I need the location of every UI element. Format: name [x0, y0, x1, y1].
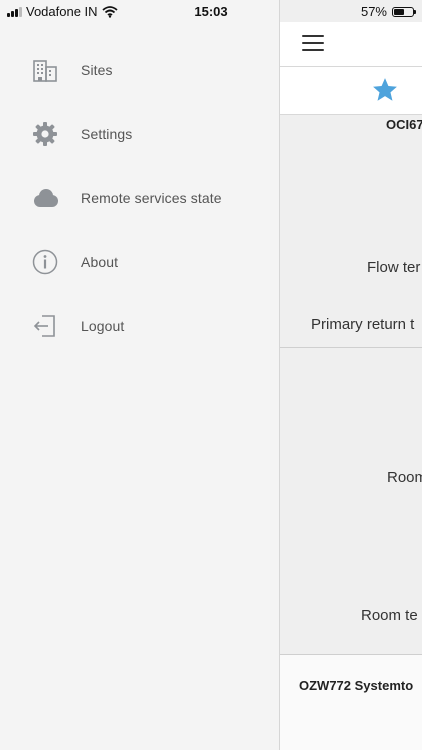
primary-return-temperature-label: Primary return t	[311, 316, 415, 333]
menu-item-sites[interactable]: Sites	[0, 42, 279, 98]
device-card[interactable]	[279, 655, 422, 750]
device-card-title: OZW772 Systemto	[299, 678, 414, 693]
info-icon	[31, 248, 59, 276]
tab-row	[279, 67, 422, 115]
menu-item-about[interactable]: About	[0, 234, 279, 290]
menu-label-settings: Settings	[81, 126, 133, 142]
navigation-drawer: Sites Settings Remote services state Abo…	[0, 0, 280, 750]
room-label: Room	[387, 469, 422, 486]
menu-item-remote-services-state[interactable]: Remote services state	[0, 170, 279, 226]
room-temperature-label: Room te	[361, 607, 418, 624]
menu-label-about: About	[81, 254, 119, 270]
battery-icon	[392, 6, 416, 17]
clock: 15:03	[194, 4, 228, 19]
gear-icon	[31, 120, 59, 148]
hamburger-menu-icon[interactable]	[302, 35, 324, 53]
status-bar: Vodafone IN 15:03 57%	[0, 0, 422, 22]
device-title: OCI67	[386, 117, 422, 132]
logout-icon	[31, 312, 59, 340]
menu-label-sites: Sites	[81, 62, 113, 78]
battery-fill	[394, 8, 405, 15]
main-screen: OCI67 Flow ter Primary return t Room Roo…	[279, 0, 422, 750]
menu-label-remote-services-state: Remote services state	[81, 190, 222, 206]
menu-label-logout: Logout	[81, 318, 125, 334]
flow-temperature-label: Flow ter	[367, 259, 421, 276]
top-header	[279, 22, 422, 67]
building-icon	[31, 56, 59, 84]
menu-item-logout[interactable]: Logout	[0, 298, 279, 354]
status-right: 57%	[360, 4, 416, 19]
cloud-icon	[31, 184, 59, 212]
section-divider	[279, 347, 422, 348]
menu-item-settings[interactable]: Settings	[0, 106, 279, 162]
favorite-star-icon[interactable]	[371, 76, 399, 104]
battery-percent: 57%	[360, 4, 387, 19]
